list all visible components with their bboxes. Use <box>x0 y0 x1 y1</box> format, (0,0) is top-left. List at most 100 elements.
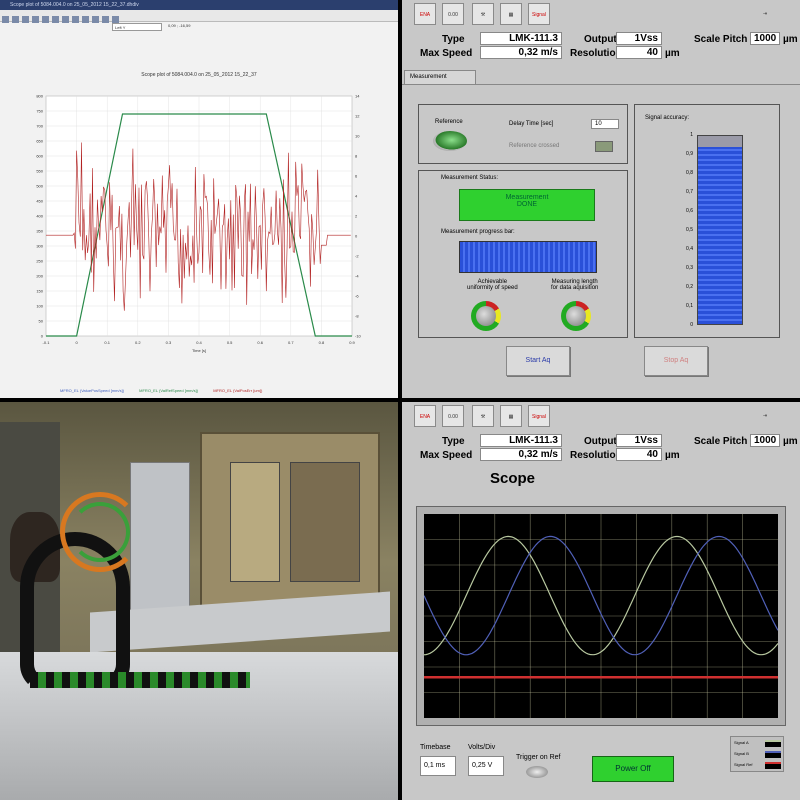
y2-tick-label: -6 <box>355 294 359 299</box>
accuracy-scale: 1 0,9 0,8 0,7 0,6 0,5 0,4 0,3 0,2 0,1 0 <box>665 132 695 328</box>
pan-icon[interactable] <box>52 16 59 23</box>
legend-entry-pos-err: MFRO_EL (ValPosErr [um]) <box>213 388 263 393</box>
grid-icon[interactable] <box>72 16 79 23</box>
cursor-icon[interactable] <box>62 16 69 23</box>
max-speed-label: Max Speed <box>420 450 473 461</box>
zoom-in-icon[interactable] <box>32 16 39 23</box>
progress-bar-fill <box>460 242 596 272</box>
y2-tick-label: 2 <box>355 214 358 219</box>
type-label: Type <box>442 436 465 447</box>
enable-icon[interactable]: ENA <box>414 405 436 427</box>
y2-tick-label: -4 <box>355 274 359 279</box>
y2-tick-label: 12 <box>355 114 360 119</box>
signal-accuracy-group: Signal accuracy: 1 0,9 0,8 0,7 0,6 0,5 0,4 0,3 0… <box>634 104 780 338</box>
accuracy-tick-label: 0 <box>690 322 693 328</box>
print-icon[interactable] <box>22 16 29 23</box>
accuracy-bar-track <box>697 135 743 325</box>
progress-bar-track <box>459 241 597 273</box>
scale-pitch-unit: µm <box>783 436 798 447</box>
x-tick-label: 0.6 <box>257 340 263 345</box>
refresh-icon[interactable] <box>92 16 99 23</box>
axis-selector[interactable]: Left Y <box>112 23 162 31</box>
measurement-status-indicator: Measurement DONE <box>459 189 595 221</box>
start-acquisition-button[interactable]: Start Aq <box>506 346 570 376</box>
y2-tick-label: -10 <box>355 334 362 339</box>
y2-tick-label: -2 <box>355 254 359 259</box>
y2-tick-label: 14 <box>355 94 360 99</box>
y-tick-label: 150 <box>36 289 43 294</box>
tools-icon[interactable]: ⚒ <box>472 3 494 25</box>
resolution-unit: µm <box>665 48 680 59</box>
scale-pitch-label: Scale Pitch <box>694 34 748 45</box>
y2-tick-label: 0 <box>355 234 358 239</box>
signal-accuracy-label: Signal accuracy: <box>645 115 690 121</box>
accuracy-tick-label: 0,1 <box>686 303 693 309</box>
exit-icon[interactable]: ⇥ <box>754 405 776 427</box>
y2-tick-label: -8 <box>355 314 359 319</box>
x-tick-label: 0.1 <box>104 340 110 345</box>
y-tick-label: 200 <box>36 274 43 279</box>
tab-measurement[interactable]: Measurement <box>404 70 476 84</box>
scope-icon[interactable]: ▦ <box>500 3 522 25</box>
y-tick-label: 400 <box>36 214 43 219</box>
tools-icon[interactable]: ⚒ <box>472 405 494 427</box>
redo-icon[interactable] <box>112 16 119 23</box>
accuracy-tick-label: 0,5 <box>686 227 693 233</box>
scale-pitch-label: Scale Pitch <box>694 436 748 447</box>
delay-time-label: Delay Time [sec] <box>509 121 554 127</box>
resolution-value: 40 <box>616 46 662 59</box>
plot-title: Scope plot of 5084.004.0 on 25_05_2012 1… <box>141 72 257 78</box>
signal-legend: Signal A Signal B Signal Ref <box>730 736 784 772</box>
linear-axis-carriage-image <box>130 462 190 622</box>
delay-time-input[interactable]: 10 <box>591 119 619 129</box>
measuring-length-label: Measuring length for data aquisition <box>551 279 599 291</box>
settings-icon[interactable] <box>82 16 89 23</box>
timebase-input[interactable]: 0,1 ms <box>420 756 456 776</box>
accuracy-tick-label: 1 <box>690 132 693 138</box>
measurement-panel: ENA 0.00 ⚒ ▦ Signal ⇥ Type LMK-111.3 Max… <box>402 0 800 398</box>
accuracy-tick-label: 0,7 <box>686 189 693 195</box>
toolbar <box>0 10 398 23</box>
output-value: 1Vss <box>616 434 662 447</box>
type-value: LMK-111.3 <box>480 434 562 447</box>
y-tick-label: 550 <box>36 169 43 174</box>
zoom-out-icon[interactable] <box>42 16 49 23</box>
zero-icon[interactable]: 0.00 <box>442 3 464 25</box>
y-tick-label: 50 <box>39 319 44 324</box>
y-tick-label: 800 <box>36 94 43 99</box>
scale-pitch-value: 1000 <box>750 32 780 45</box>
y2-tick-label: 4 <box>355 194 358 199</box>
y-tick-label: 750 <box>36 109 43 114</box>
scale-pitch-unit: µm <box>783 34 798 45</box>
resolution-label: Resolution <box>570 48 622 59</box>
measurement-status-group: Measurement Status: Measurement DONE Mea… <box>418 170 628 338</box>
zero-icon[interactable]: 0.00 <box>442 405 464 427</box>
reference-button[interactable] <box>433 131 467 151</box>
signal-icon[interactable]: Signal <box>528 3 550 25</box>
y2-tick-label: 6 <box>355 174 358 179</box>
legend-signal-a: Signal A <box>734 740 749 745</box>
max-speed-value: 0,32 m/s <box>480 448 562 461</box>
accuracy-bar-fill <box>698 147 742 324</box>
y-tick-label: 0 <box>41 334 44 339</box>
trigger-toggle[interactable] <box>526 766 548 778</box>
volts-div-input[interactable]: 0,25 V <box>468 756 504 776</box>
y-tick-label: 300 <box>36 244 43 249</box>
scope-screen-frame <box>416 506 786 726</box>
accuracy-tick-label: 0,3 <box>686 265 693 271</box>
exit-icon[interactable]: ⇥ <box>754 3 776 25</box>
max-speed-label: Max Speed <box>420 48 473 59</box>
undo-icon[interactable] <box>102 16 109 23</box>
save-icon[interactable] <box>12 16 19 23</box>
x-tick-label: 0.3 <box>166 340 172 345</box>
x-tick-label: -0.1 <box>43 340 51 345</box>
power-off-button[interactable]: Power Off <box>592 756 674 782</box>
stop-acquisition-button[interactable]: Stop Aq <box>644 346 708 376</box>
scope-icon[interactable]: ▦ <box>500 405 522 427</box>
enable-icon[interactable]: ENA <box>414 3 436 25</box>
resolution-unit: µm <box>665 450 680 461</box>
x-tick-label: 0 <box>75 340 78 345</box>
scale-pitch-value: 1000 <box>750 434 780 447</box>
open-icon[interactable] <box>2 16 9 23</box>
signal-icon[interactable]: Signal <box>528 405 550 427</box>
